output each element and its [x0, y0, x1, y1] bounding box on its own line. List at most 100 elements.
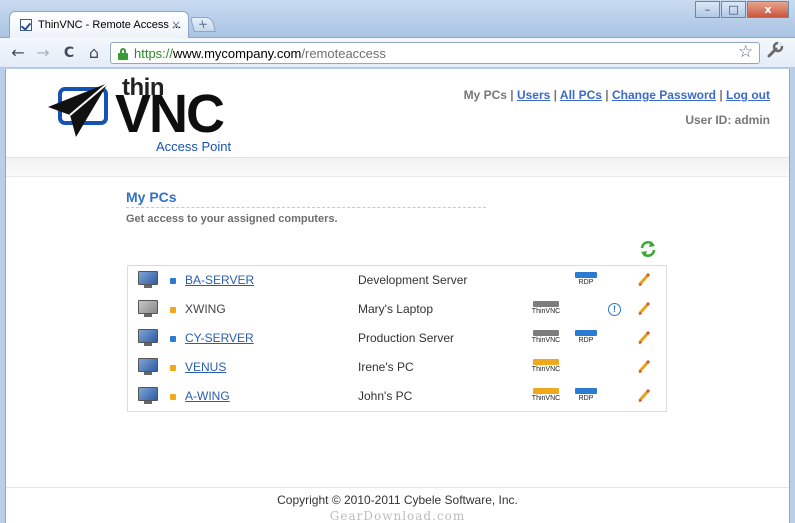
- forward-button[interactable]: →: [33, 43, 53, 63]
- status-indicator-icon: [170, 394, 176, 400]
- copyright-text: Copyright © 2010-2011 Cybele Software, I…: [277, 493, 518, 507]
- browser-toolbar: ← → C ⌂ https://www.mycompany.com/remote…: [0, 38, 795, 68]
- url-text: https://www.mycompany.com/remoteaccess: [134, 46, 386, 61]
- top-navigation: My PCs | Users | All PCs | Change Passwo…: [464, 88, 770, 102]
- new-tab-button[interactable]: +: [189, 17, 217, 32]
- edit-pencil-icon[interactable]: [637, 359, 651, 374]
- header-divider-band: [6, 157, 789, 177]
- rdp-connect-button[interactable]: RDP: [574, 388, 598, 407]
- monitor-icon: [138, 387, 158, 405]
- thinvnc-label: ThinVNC: [531, 308, 561, 315]
- logo-subtitle: Access Point: [156, 139, 232, 154]
- edit-pencil-icon[interactable]: [637, 330, 651, 345]
- nav-separator: |: [550, 88, 560, 102]
- lock-icon: [118, 48, 128, 60]
- nav-all-pcs-link[interactable]: All PCs: [560, 88, 602, 102]
- nav-change-password-link[interactable]: Change Password: [612, 88, 716, 102]
- browser-tab[interactable]: ThinVNC - Remote Access ... ×: [9, 11, 189, 38]
- url-scheme: https://: [134, 46, 174, 61]
- bookmark-star-icon[interactable]: ☆: [738, 42, 753, 62]
- thinvnc-logo: thin VNC Access Point: [46, 74, 246, 155]
- thinvnc-label: ThinVNC: [531, 337, 561, 344]
- reload-button[interactable]: C: [59, 43, 79, 63]
- pc-description: Irene's PC: [358, 360, 414, 374]
- pc-name-link[interactable]: CY-SERVER: [185, 331, 254, 345]
- rdp-label: RDP: [578, 395, 594, 402]
- footer-divider: [6, 487, 789, 488]
- edit-pencil-icon[interactable]: [637, 388, 651, 403]
- address-bar[interactable]: https://www.mycompany.com/remoteaccess: [110, 42, 760, 64]
- maximize-button[interactable]: □: [721, 1, 746, 18]
- url-path: /remoteaccess: [301, 46, 386, 61]
- thinvnc-icon: [533, 359, 559, 365]
- pc-list: BA-SERVER Development Server RDP XWING Mary'…: [127, 265, 667, 412]
- pc-name-link[interactable]: BA-SERVER: [185, 273, 254, 287]
- rdp-icon: [575, 330, 597, 336]
- pc-name-link[interactable]: VENUS: [185, 360, 226, 374]
- window-controls: – □ x: [694, 1, 789, 18]
- pc-row: XWING Mary's Laptop ThinVNC!: [128, 295, 666, 324]
- pc-row: VENUS Irene's PC ThinVNC: [128, 353, 666, 382]
- nav-logout-link[interactable]: Log out: [726, 88, 770, 102]
- section-divider: [126, 207, 486, 208]
- nav-separator: |: [715, 88, 727, 102]
- monitor-icon: [138, 329, 158, 347]
- user-id: User ID: admin: [685, 113, 770, 127]
- nav-my-pcs: My PCs: [463, 88, 507, 102]
- wrench-icon[interactable]: [766, 41, 784, 63]
- nav-users-link[interactable]: Users: [517, 88, 550, 102]
- refresh-icon[interactable]: [639, 240, 657, 258]
- rdp-label: RDP: [578, 279, 594, 286]
- monitor-icon: [138, 358, 158, 376]
- status-indicator-icon: [170, 336, 176, 342]
- close-window-button[interactable]: x: [747, 1, 789, 18]
- web-page: thin VNC Access Point My PCs | Users | A…: [5, 69, 790, 523]
- thinvnc-connect-button[interactable]: ThinVNC: [530, 301, 562, 320]
- pc-row: BA-SERVER Development Server RDP: [128, 266, 666, 295]
- pc-name-link[interactable]: A-WING: [185, 389, 230, 403]
- thinvnc-icon: [533, 330, 559, 336]
- favicon-icon: [20, 19, 32, 31]
- url-host: www.mycompany.com: [173, 46, 302, 61]
- thinvnc-connect-button[interactable]: ThinVNC: [530, 330, 562, 349]
- logo-arrow-icon: [48, 82, 109, 137]
- nav-separator: |: [601, 88, 612, 102]
- rdp-icon: [575, 388, 597, 394]
- edit-pencil-icon[interactable]: [637, 272, 651, 287]
- thinvnc-icon: [533, 301, 559, 307]
- rdp-connect-button[interactable]: RDP: [574, 330, 598, 349]
- back-button[interactable]: ←: [8, 43, 28, 63]
- watermark-text: GearDownload.com: [329, 509, 466, 523]
- pc-row: A-WING John's PC ThinVNC RDP: [128, 382, 666, 411]
- pc-description: Mary's Laptop: [358, 302, 433, 316]
- thinvnc-connect-button[interactable]: ThinVNC: [530, 359, 562, 378]
- rdp-icon: [575, 272, 597, 278]
- pc-description: Production Server: [358, 331, 455, 345]
- pc-row: CY-SERVER Production Server ThinVNC RDP: [128, 324, 666, 353]
- home-button[interactable]: ⌂: [84, 43, 104, 63]
- monitor-icon: [138, 300, 158, 318]
- thinvnc-label: ThinVNC: [531, 366, 561, 373]
- pc-description: Development Server: [358, 273, 468, 287]
- edit-pencil-icon[interactable]: [637, 301, 651, 316]
- nav-separator: |: [506, 88, 517, 102]
- info-icon[interactable]: !: [608, 303, 621, 316]
- pc-name-link: XWING: [185, 302, 226, 316]
- status-indicator-icon: [170, 278, 176, 284]
- status-indicator-icon: [170, 365, 176, 371]
- rdp-label: RDP: [578, 337, 594, 344]
- logo-vnc-text: VNC: [115, 84, 225, 144]
- rdp-connect-button[interactable]: RDP: [574, 272, 598, 291]
- section-title: My PCs: [126, 189, 177, 205]
- tab-close-button[interactable]: ×: [171, 18, 181, 32]
- thinvnc-label: ThinVNC: [531, 395, 561, 402]
- title-bar: ThinVNC - Remote Access ... × + – □ x: [0, 0, 795, 38]
- monitor-icon: [138, 271, 158, 289]
- minimize-button[interactable]: –: [695, 1, 720, 18]
- thinvnc-connect-button[interactable]: ThinVNC: [530, 388, 562, 407]
- thinvnc-icon: [533, 388, 559, 394]
- pc-description: John's PC: [358, 389, 413, 403]
- section-subtitle: Get access to your assigned computers.: [126, 213, 338, 225]
- tab-title: ThinVNC - Remote Access ...: [38, 19, 182, 31]
- status-indicator-icon: [170, 307, 176, 313]
